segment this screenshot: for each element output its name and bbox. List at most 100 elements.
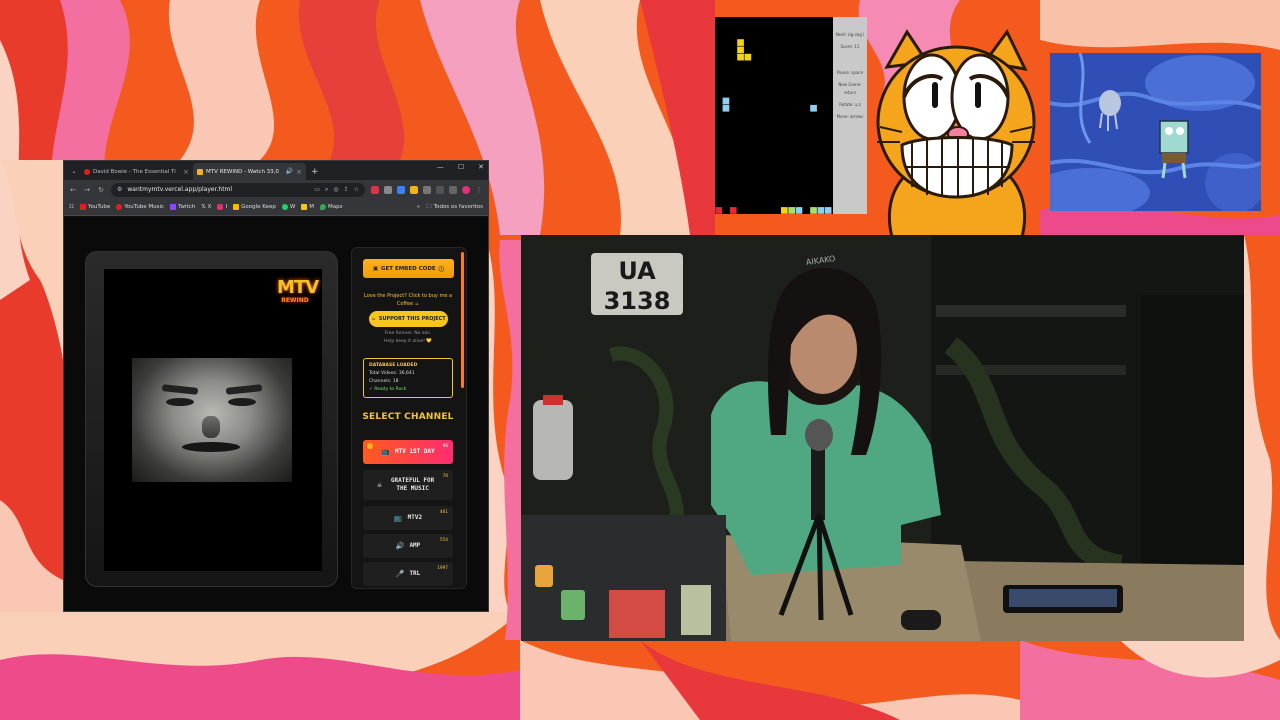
tetris-stack-block xyxy=(824,207,832,214)
tetris-stack-block xyxy=(715,207,722,214)
download-icon[interactable] xyxy=(449,185,457,194)
close-window-icon[interactable]: ✕ xyxy=(478,163,484,171)
bookmark-x[interactable]: 𝕏X xyxy=(201,204,211,210)
garfield-sticker xyxy=(876,29,1036,237)
extension-lines-icon[interactable] xyxy=(436,185,444,194)
bookmark-label: M xyxy=(309,204,315,210)
info-icon: ⓘ xyxy=(438,266,445,273)
bookmark-maps[interactable]: Maps xyxy=(320,204,343,210)
bookmark-twitch[interactable]: Twitch xyxy=(170,204,195,210)
url-text[interactable]: wantmymtv.vercel.app/player.html xyxy=(127,186,309,193)
reload-icon[interactable]: ↻ xyxy=(97,186,105,194)
tetris-falling-block xyxy=(737,46,744,54)
share-icon[interactable]: ⇪ xyxy=(344,186,349,193)
skull-icon: ☠ xyxy=(377,481,382,489)
select-channel-heading: SELECT CHANNEL xyxy=(362,412,454,422)
tab-search-button[interactable]: ⌄ xyxy=(68,163,80,180)
forward-icon[interactable]: → xyxy=(83,186,91,194)
channel-count: 461 xyxy=(439,510,448,515)
spongebob-jellyfish-clip xyxy=(1050,53,1261,211)
status-channels: Channels: 18 xyxy=(369,379,399,384)
extension-red-icon[interactable] xyxy=(371,185,379,194)
puzzle-icon[interactable] xyxy=(423,185,431,194)
tetris-stack-block xyxy=(795,207,803,214)
bookmark-label: Google Keep xyxy=(241,204,276,210)
close-tab-icon[interactable]: × xyxy=(296,168,302,176)
channel-trl[interactable]: 🎤 TRL 1997 xyxy=(363,562,453,586)
extension-yellow-icon[interactable] xyxy=(410,185,418,194)
more-bookmarks-icon[interactable]: » xyxy=(417,204,420,210)
tetris-info-panel: Next: zig-zag l Score: 11 Pause: space N… xyxy=(833,17,867,214)
extension-blue-icon[interactable] xyxy=(397,185,405,194)
video-player[interactable]: MTV REWIND xyxy=(104,269,322,571)
mtv-favicon-icon xyxy=(197,168,203,175)
youtube-music-icon xyxy=(116,204,123,210)
tv-frame: MTV REWIND xyxy=(85,251,338,587)
channel-mtv-1st-day[interactable]: 📺 MTV 1ST DAY 96 xyxy=(363,440,453,464)
extensions: ⋮ xyxy=(371,185,483,194)
extension-gray-icon[interactable] xyxy=(384,185,392,194)
site-info-icon[interactable]: ⚙ xyxy=(117,186,122,193)
menu-kebab-icon[interactable]: ⋮ xyxy=(475,186,483,194)
new-tab-button[interactable]: + xyxy=(306,163,324,180)
bookmarks-bar: ☷ YouTube YouTube Music Twitch 𝕏X I Goog… xyxy=(64,199,488,216)
license-plate-line1: UA xyxy=(618,257,656,285)
embed-label: GET EMBED CODE xyxy=(381,265,436,272)
tetris-falling-block xyxy=(737,53,744,61)
logo-rewind-text: REWIND xyxy=(281,297,309,304)
tetris-stack-block xyxy=(781,207,788,214)
bookmark-label: W xyxy=(289,204,296,210)
maximize-icon[interactable]: ☐ xyxy=(458,163,464,171)
bookmark-whatsapp[interactable]: W xyxy=(281,204,296,210)
all-bookmarks-folder[interactable]: 🗀 Todos os favoritos xyxy=(426,203,483,212)
tab-mtv-rewind[interactable]: MTV REWIND - Watch 33,0 🔊 × xyxy=(193,163,306,180)
bookmark-youtube-music[interactable]: YouTube Music xyxy=(116,204,164,210)
channel-amp[interactable]: 🔊 AMP 554 xyxy=(363,534,453,558)
channel-grateful-for-the-music[interactable]: ☠ GRATEFUL FOR THE MUSIC 78 xyxy=(363,470,453,500)
address-row: ← → ↻ ⚙ wantmymtv.vercel.app/player.html… xyxy=(64,180,488,199)
speaker-icon: 🔊 xyxy=(395,542,405,550)
tetris-falling-block xyxy=(744,53,752,61)
bookmark-m[interactable]: M xyxy=(301,204,314,210)
channel-mtv2[interactable]: 📺 MTV2 461 xyxy=(363,506,453,530)
support-project-button[interactable]: ☕ SUPPORT THIS PROJECT xyxy=(369,311,448,327)
channel-count: 78 xyxy=(442,474,448,479)
live-dot-icon xyxy=(367,443,373,449)
browser-window: ⌄ David Bowie - The Essential Ti × MTV R… xyxy=(63,160,489,612)
zoom-icon[interactable]: ⌕ xyxy=(325,186,328,194)
tetris-stack-block xyxy=(788,207,795,214)
get-embed-code-button[interactable]: ▣ GET EMBED CODE ⓘ xyxy=(363,259,454,278)
code-icon: ▣ xyxy=(372,265,379,272)
tab-david-bowie[interactable]: David Bowie - The Essential Ti × xyxy=(80,163,193,180)
webcam-feed: UA 3138 AIKAKO xyxy=(521,235,1244,641)
close-tab-icon[interactable]: × xyxy=(183,168,189,176)
tetris-rotate-label: Rotate: x,z xyxy=(839,102,861,107)
back-icon[interactable]: ← xyxy=(69,186,77,194)
panel-scrollbar[interactable] xyxy=(461,252,464,388)
window-controls: — ☐ ✕ xyxy=(437,163,484,171)
address-bar[interactable]: ⚙ wantmymtv.vercel.app/player.html ▭ ⌕ ◎… xyxy=(111,182,365,197)
speaker-icon[interactable]: 🔊 xyxy=(286,168,293,175)
bookmark-star-icon[interactable]: ☆ xyxy=(354,186,359,193)
whatsapp-icon xyxy=(281,204,288,210)
status-ready: ✓ Ready to Rock xyxy=(369,387,407,392)
bookmark-youtube[interactable]: YouTube xyxy=(79,204,110,210)
eye-off-icon[interactable]: ◎ xyxy=(333,186,338,193)
tab-title: MTV REWIND - Watch 33,0 xyxy=(206,168,279,175)
channel-label: MTV2 xyxy=(407,514,423,521)
free-text-line-1: Free forever. No ads. xyxy=(384,331,432,336)
control-panel: ▣ GET EMBED CODE ⓘ Love the Project? Cli… xyxy=(351,247,467,589)
bookmark-instagram[interactable]: I xyxy=(217,204,227,210)
video-frame-face xyxy=(132,358,292,482)
support-label: SUPPORT THIS PROJECT xyxy=(378,316,446,322)
bookmark-google-keep[interactable]: Google Keep xyxy=(233,204,276,210)
channel-count: 96 xyxy=(442,444,448,449)
profile-avatar-icon[interactable] xyxy=(462,185,470,194)
cast-icon[interactable]: ▭ xyxy=(314,186,320,193)
bookmark-label: YouTube Music xyxy=(124,204,165,210)
tetris-board xyxy=(715,39,832,214)
apps-grid-icon[interactable]: ☷ xyxy=(69,204,74,210)
minimize-icon[interactable]: — xyxy=(437,163,444,171)
status-title: DATABASE LOADED xyxy=(369,363,418,368)
free-text-line-2: Help keep it alive! 💛 xyxy=(384,339,432,344)
